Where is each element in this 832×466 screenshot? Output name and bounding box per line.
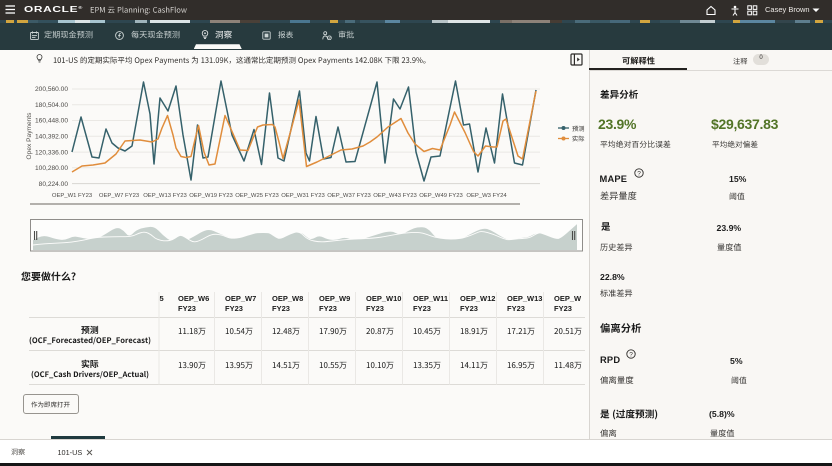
svg-text:?: ? [637, 170, 641, 177]
svg-text:?: ? [629, 352, 633, 359]
